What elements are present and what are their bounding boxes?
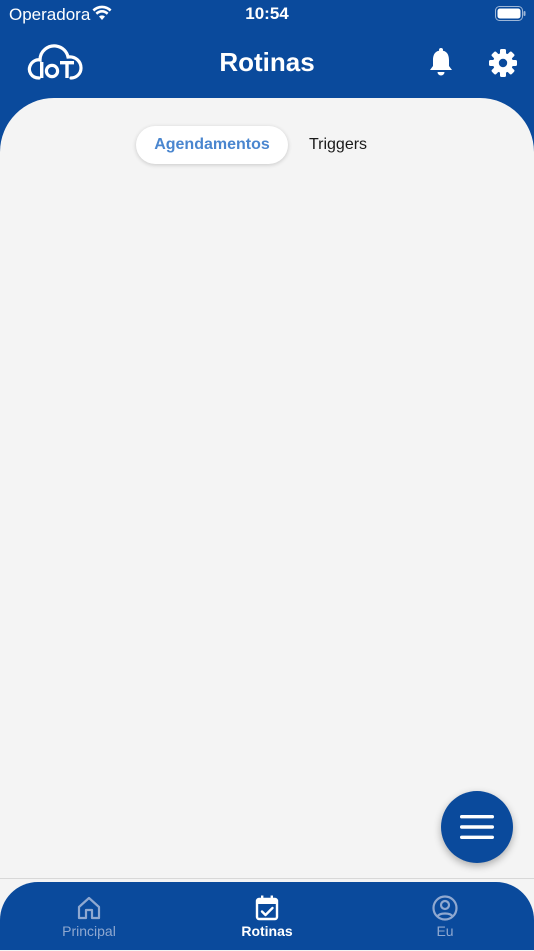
home-icon — [77, 896, 101, 920]
tab-label: Eu — [436, 923, 454, 939]
status-bar: Operadora 10:54 — [0, 0, 534, 30]
app-header: Rotinas — [0, 30, 534, 100]
status-time: 10:54 — [245, 4, 289, 23]
tab-principal[interactable]: Principal — [0, 882, 178, 950]
tab-eu[interactable]: Eu — [356, 882, 534, 950]
fab-menu-button[interactable] — [441, 791, 513, 863]
menu-icon — [460, 815, 494, 839]
calendar-check-icon — [255, 895, 279, 921]
tab-label: Rotinas — [241, 923, 293, 939]
tab-triggers[interactable]: Triggers — [296, 126, 380, 164]
tab-agendamentos[interactable]: Agendamentos — [136, 126, 288, 164]
main-content: Agendamentos Triggers — [0, 98, 534, 888]
user-circle-icon — [432, 895, 458, 921]
tab-rotinas[interactable]: Rotinas — [178, 882, 356, 950]
battery-icon — [495, 6, 526, 21]
gear-icon[interactable] — [488, 48, 518, 78]
tab-label: Principal — [62, 923, 116, 939]
bell-icon[interactable] — [427, 47, 455, 77]
bottom-tab-bar: Principal Rotinas Eu — [0, 882, 534, 950]
